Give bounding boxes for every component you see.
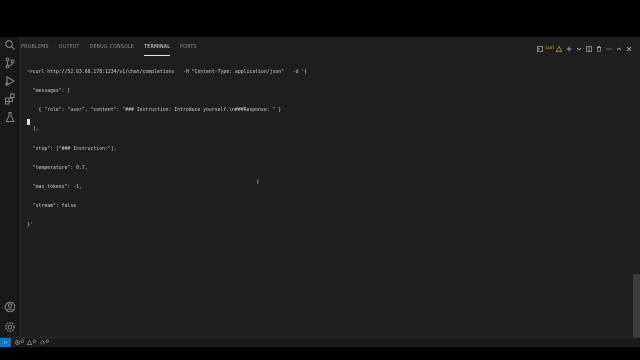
mouse-text-cursor-icon: I xyxy=(257,179,259,186)
terminal-line: "temperature": 0.7, xyxy=(27,165,88,171)
terminal-output[interactable]: ~>curl http://52.63.68.178:1234/v1/chat/… xyxy=(27,57,630,243)
ports-status[interactable]: 0 xyxy=(40,340,49,345)
terminal-line: ], xyxy=(27,127,39,133)
terminal-line: "stream": false xyxy=(27,204,77,210)
terminal-line: { "role": "user", "content": "### Instru… xyxy=(27,108,282,114)
extensions-icon[interactable] xyxy=(4,93,16,105)
terminal-line: "messages": [ xyxy=(27,89,71,95)
tab-terminal[interactable]: TERMINAL xyxy=(144,44,171,56)
ellipsis-icon[interactable] xyxy=(606,46,612,52)
terminal-line: "stop": ["### Instruction:"], xyxy=(27,146,117,152)
search-icon[interactable] xyxy=(4,39,16,51)
terminal-line: ~>curl http://52.63.68.178:1234/v1/chat/… xyxy=(27,69,308,75)
terminal-shell-label: curl xyxy=(545,46,554,51)
ports-icon xyxy=(40,340,45,345)
terminal-line: "max_tokens": -1, xyxy=(27,185,82,191)
terminal-icon xyxy=(537,45,544,52)
add-icon[interactable] xyxy=(566,46,572,52)
warning-count: 0 xyxy=(32,340,36,345)
panel-tab-bar: PROBLEMS OUTPUT DEBUG CONSOLE TERMINAL P… xyxy=(21,44,197,56)
terminal-cursor xyxy=(27,119,30,125)
split-icon[interactable] xyxy=(586,45,592,52)
warning-icon xyxy=(556,45,562,52)
warning-status-icon xyxy=(26,340,32,345)
chevron-down-icon[interactable] xyxy=(576,46,582,52)
activity-bar xyxy=(0,37,21,338)
terminal-instance-tab[interactable]: curl xyxy=(537,45,562,52)
remote-icon: ‹› xyxy=(3,339,8,346)
tab-debug-console[interactable]: DEBUG CONSOLE xyxy=(90,44,135,56)
maximize-icon[interactable] xyxy=(616,46,622,52)
run-debug-icon[interactable] xyxy=(4,75,16,87)
error-icon xyxy=(15,340,20,345)
settings-gear-icon[interactable] xyxy=(4,321,16,333)
remote-indicator-button[interactable]: ‹› xyxy=(0,338,11,347)
problems-status[interactable]: 0 0 xyxy=(15,340,36,345)
testing-icon[interactable] xyxy=(4,111,16,123)
account-icon[interactable] xyxy=(4,301,16,313)
source-control-icon[interactable] xyxy=(4,57,16,69)
terminal-scrollbar[interactable] xyxy=(633,274,640,338)
tab-ports[interactable]: PORTS xyxy=(180,44,197,56)
editor-window: PROBLEMS OUTPUT DEBUG CONSOLE TERMINAL P… xyxy=(0,37,640,347)
status-bar: ‹› 0 0 0 xyxy=(0,337,640,347)
tab-problems[interactable]: PROBLEMS xyxy=(21,44,49,56)
panel-actions: curl xyxy=(537,44,632,53)
close-icon[interactable] xyxy=(626,46,632,52)
trash-icon[interactable] xyxy=(596,45,602,52)
ports-count: 0 xyxy=(45,340,49,345)
tab-output[interactable]: OUTPUT xyxy=(59,44,80,56)
error-count: 0 xyxy=(21,340,24,345)
terminal-line: }' xyxy=(27,223,33,229)
